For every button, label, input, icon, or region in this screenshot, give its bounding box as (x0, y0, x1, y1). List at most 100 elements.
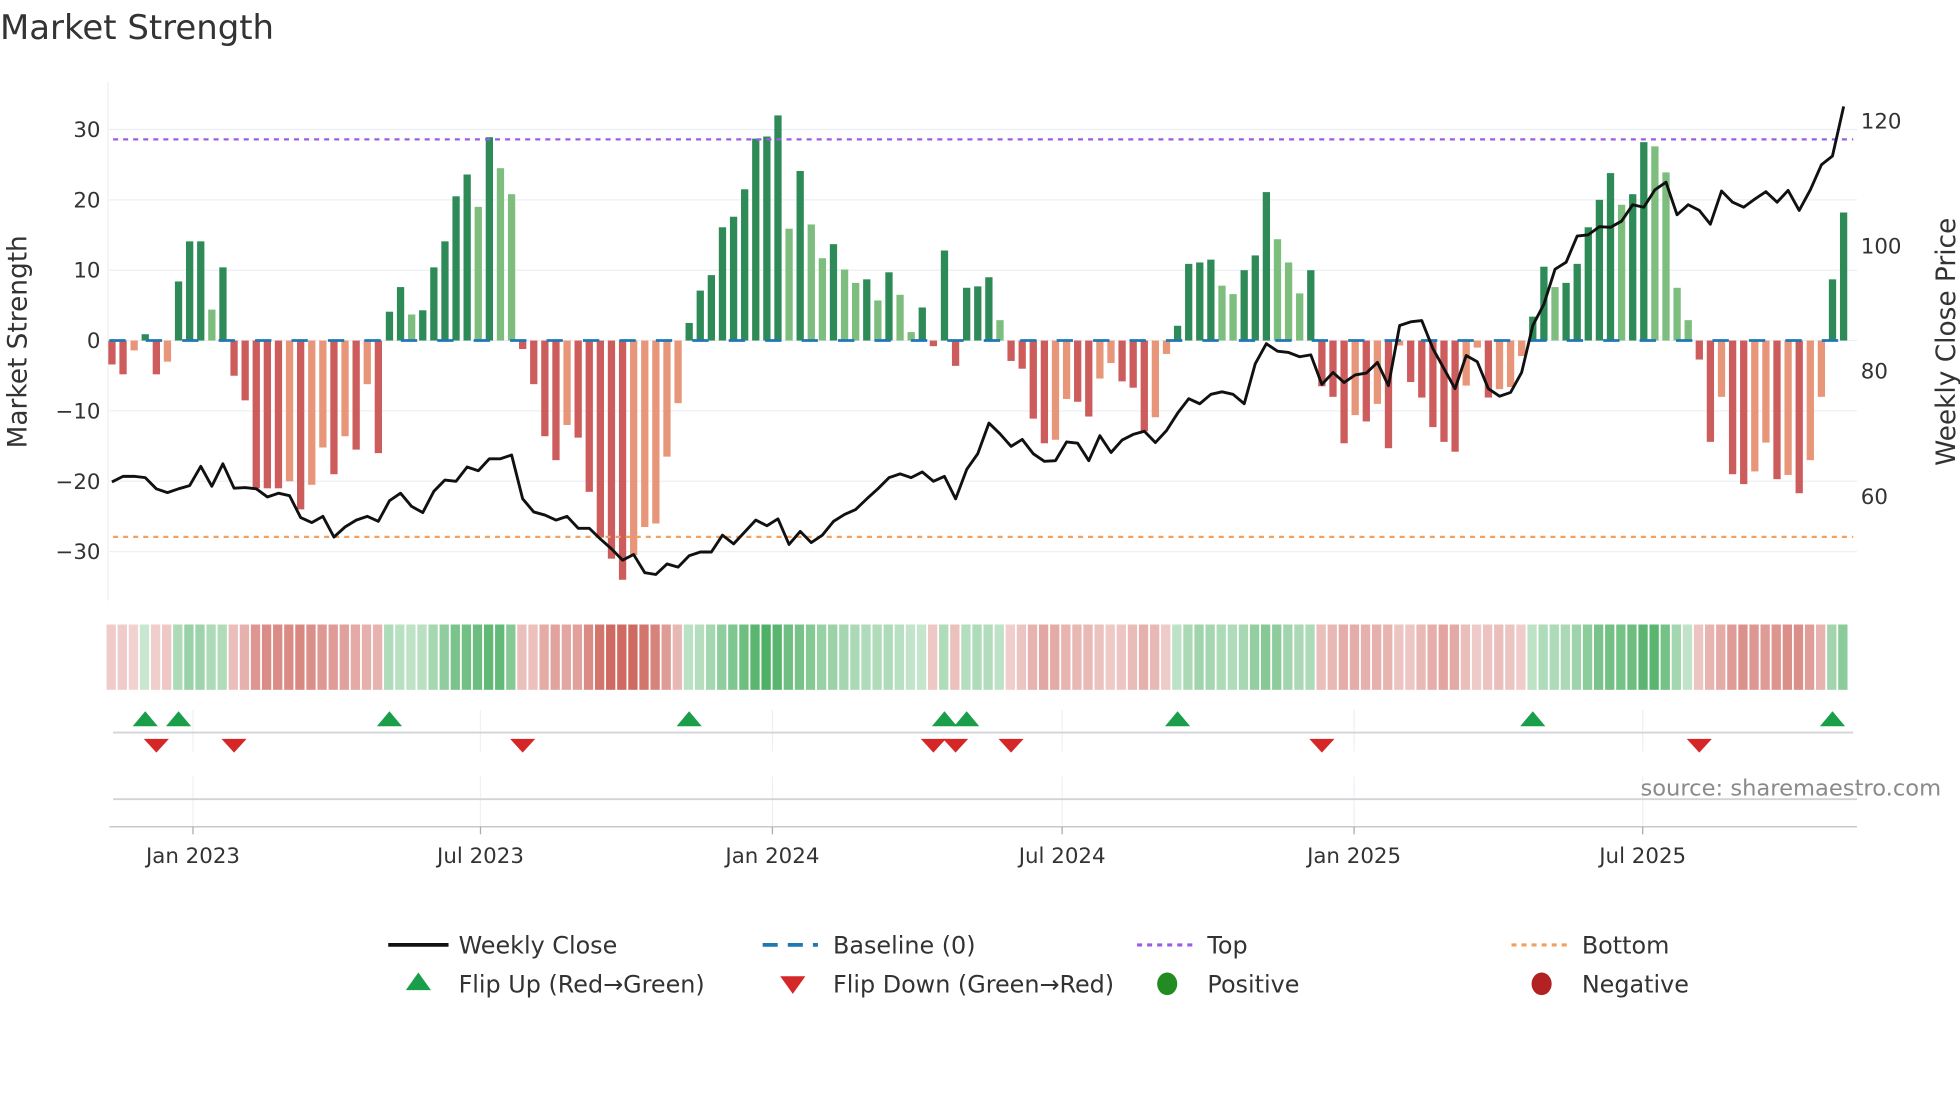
strength-bar (963, 287, 971, 341)
strength-bar (852, 282, 860, 341)
heat-cell (1527, 624, 1537, 690)
strength-bar (618, 340, 627, 580)
legend-item-top[interactable]: Top (1137, 932, 1248, 960)
strength-bar (1506, 340, 1515, 387)
strength-bar (1751, 340, 1759, 472)
circle-icon (1531, 972, 1552, 996)
strength-bar (219, 267, 227, 341)
heat-cell (1460, 624, 1471, 690)
strength-bar (1673, 287, 1681, 341)
heat-cell (772, 624, 782, 690)
legend-item-weekly-close[interactable]: Weekly Close (388, 932, 617, 960)
strength-bar (552, 340, 560, 461)
heat-cell (1149, 624, 1160, 690)
heat-cell (306, 624, 316, 690)
heat-cell (1816, 624, 1826, 690)
heat-cell (894, 624, 904, 690)
strength-bar (308, 340, 316, 485)
heat-cell (1061, 624, 1071, 690)
heat-cell (1838, 624, 1848, 690)
y-axis-right-title: Weekly Close Price (1932, 218, 1960, 466)
heat-cell (927, 624, 938, 690)
strength-bar (197, 241, 205, 341)
heat-cell (672, 624, 682, 690)
heat-cell (1704, 624, 1715, 690)
heat-cell (883, 624, 893, 690)
strength-bar (452, 196, 460, 341)
strength-bar (763, 136, 771, 341)
strength-bar (974, 286, 982, 341)
triangle-up-icon (405, 972, 431, 991)
flip-down-marker (1309, 738, 1335, 753)
flip-down-marker (1686, 738, 1712, 753)
strength-bar (1307, 270, 1315, 341)
strength-bar (1096, 340, 1104, 379)
strength-bar (419, 310, 427, 341)
strength-bar (1684, 320, 1692, 341)
legend-item-positive[interactable]: Positive (1157, 971, 1299, 999)
strength-bar (918, 307, 926, 341)
heat-cell (361, 624, 372, 690)
flip-down-marker (510, 738, 536, 753)
strength-bar (1573, 263, 1581, 341)
strength-bar (574, 340, 582, 438)
strength-bar (1162, 340, 1171, 354)
heat-cell (1793, 624, 1804, 690)
heat-cell (639, 624, 649, 690)
heat-cell (828, 624, 838, 690)
y-axis-right-ticks: 120 100 80 60 (1861, 109, 1902, 509)
heat-cell (1016, 624, 1027, 690)
y-tick-label: −30 (55, 540, 100, 565)
legend-label: Top (1206, 932, 1247, 960)
heat-cell (150, 624, 161, 690)
legend-item-flip-up[interactable]: Flip Up (Red→Green) (405, 971, 705, 999)
heat-cell (1571, 624, 1582, 690)
heat-cell (1438, 624, 1448, 690)
legend-label: Weekly Close (459, 932, 618, 960)
heat-cell (539, 624, 549, 690)
heat-cell (517, 624, 527, 690)
strength-bar (1662, 172, 1670, 341)
legend-item-negative[interactable]: Negative (1531, 971, 1689, 999)
heat-cell (861, 624, 871, 690)
strength-bar (1362, 340, 1370, 422)
legend-item-flip-down[interactable]: Flip Down (Green→Red) (780, 971, 1114, 999)
heat-cell (217, 624, 227, 690)
strength-bar (1018, 340, 1026, 369)
heat-cell (1716, 624, 1726, 690)
heat-cell (972, 624, 982, 690)
heat-cell (1272, 624, 1282, 690)
flip-down-marker (943, 738, 969, 753)
legend-item-baseline[interactable]: Baseline (0) (762, 932, 976, 960)
strength-bar (1640, 142, 1648, 341)
legend-item-bottom[interactable]: Bottom (1511, 932, 1669, 960)
x-tick-label: Jul 2025 (1597, 844, 1686, 869)
strength-bar (1495, 340, 1504, 390)
flip-down-marker (920, 738, 946, 753)
heat-cell (1316, 624, 1326, 690)
x-tick-label: Jan 2024 (723, 844, 819, 869)
heat-cell (794, 624, 805, 690)
x-tick-label: Jan 2025 (1305, 844, 1401, 869)
heat-cell (450, 624, 460, 690)
strength-bar (874, 300, 882, 341)
y-tick-label: 0 (87, 329, 101, 354)
strength-bar (474, 206, 482, 341)
heat-cell (1383, 624, 1393, 690)
heat-cell (939, 624, 949, 690)
heat-cell (561, 624, 571, 690)
heat-cell (439, 624, 449, 690)
strength-bar (485, 137, 494, 341)
heat-cell (273, 624, 283, 690)
legend-label: Positive (1207, 971, 1299, 999)
strength-bar (1440, 340, 1448, 442)
strength-bar (352, 340, 360, 450)
heat-cell (1172, 624, 1182, 690)
strength-bar (119, 340, 127, 375)
heat-cell (1394, 624, 1404, 690)
y-tick-label: 20 (73, 188, 100, 213)
heat-cell (1027, 624, 1038, 690)
y2-tick-label: 100 (1861, 235, 1902, 260)
heat-cell (284, 624, 294, 690)
flip-up-marker (376, 711, 403, 727)
